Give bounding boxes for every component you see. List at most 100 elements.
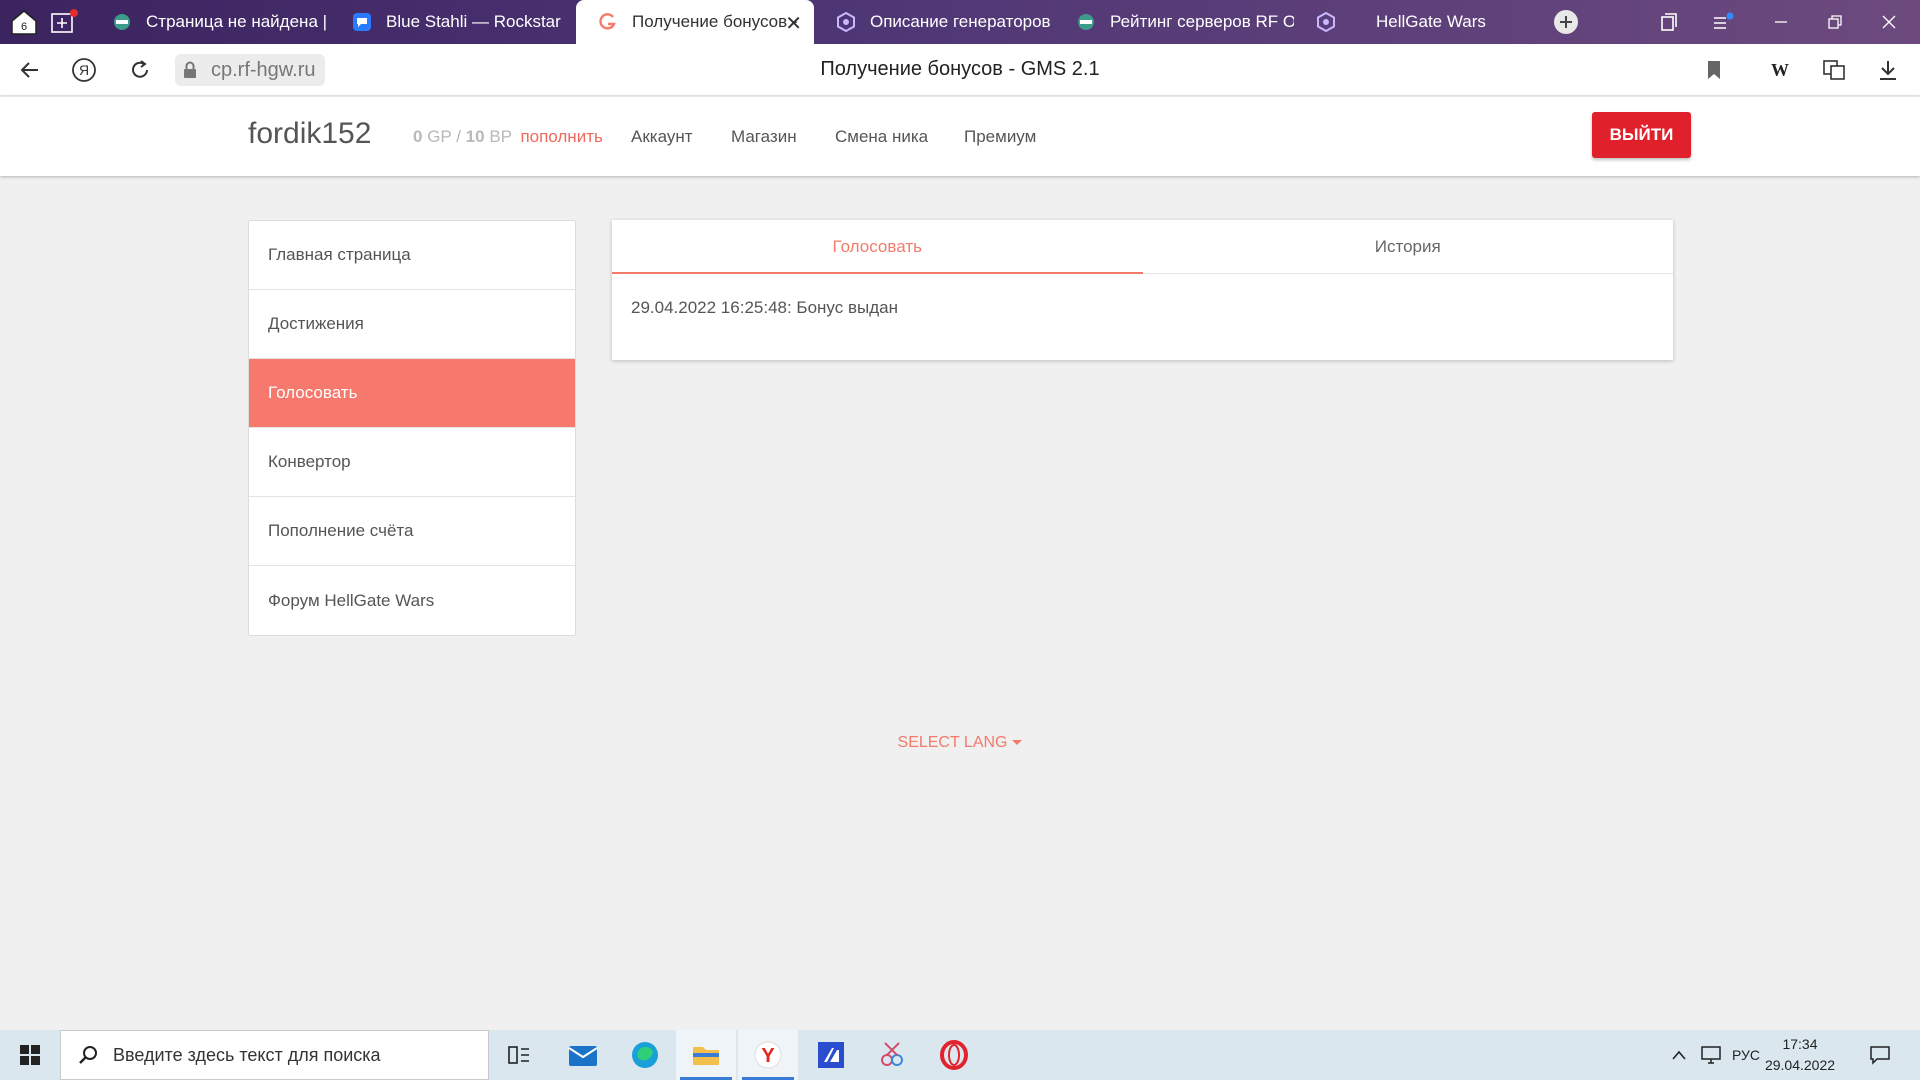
start-button[interactable] xyxy=(0,1030,60,1080)
windows-logo-icon xyxy=(20,1045,40,1065)
clock-date: 29.04.2022 xyxy=(1764,1057,1836,1073)
tab-generators[interactable]: Описание генераторов | xyxy=(814,0,1054,44)
chevron-up-icon xyxy=(1672,1050,1686,1060)
music-app-icon xyxy=(352,12,372,32)
svg-text:6: 6 xyxy=(21,21,27,33)
taskbar-app-1[interactable] xyxy=(801,1030,861,1080)
sidebar-item-converter[interactable]: Конвертор xyxy=(249,428,575,497)
sidebar-item-achievements[interactable]: Достижения xyxy=(249,290,575,359)
logout-button[interactable]: ВЫЙТИ xyxy=(1592,112,1691,158)
taskbar-app-2[interactable] xyxy=(862,1030,922,1080)
balance: 0 GP / 10 BP пополнить xyxy=(413,127,603,147)
windows-taskbar: Введите здесь текст для поиска Y РУС 17:… xyxy=(0,1030,1920,1080)
nav-account[interactable]: Аккаунт xyxy=(631,127,693,147)
taskbar-explorer[interactable] xyxy=(676,1030,736,1080)
bp-value: 10 xyxy=(465,127,485,146)
nav-change-nick[interactable]: Смена ника xyxy=(835,127,928,147)
tab-title: Рейтинг серверов RF On xyxy=(1110,12,1294,31)
taskbar-search-field[interactable]: Введите здесь текст для поиска xyxy=(60,1030,489,1080)
close-tab-icon[interactable]: ✕ xyxy=(785,11,802,36)
new-tab-button[interactable] xyxy=(1550,6,1582,38)
plus-icon xyxy=(1554,10,1578,34)
tab-collections-button[interactable] xyxy=(1642,0,1696,44)
clock-time: 17:34 xyxy=(1782,1036,1818,1052)
bonus-message: 29.04.2022 16:25:48: Бонус выдан xyxy=(631,298,898,317)
vote-card: Голосовать История 29.04.2022 16:25:48: … xyxy=(612,220,1673,360)
clock[interactable]: 17:34 29.04.2022 xyxy=(1760,1034,1840,1076)
network-icon xyxy=(1701,1046,1721,1064)
select-lang-label: SELECT LANG xyxy=(897,734,1008,751)
translate-button[interactable] xyxy=(1818,54,1850,86)
hgw-favicon-icon xyxy=(112,12,132,32)
nav-shop[interactable]: Магазин xyxy=(731,127,797,147)
svg-text:Y: Y xyxy=(761,1045,775,1067)
tray-overflow-button[interactable] xyxy=(1664,1030,1694,1080)
network-button[interactable] xyxy=(1696,1030,1726,1080)
hamburger-icon xyxy=(1714,12,1734,29)
snip-tool-icon xyxy=(881,1042,903,1066)
task-view-button[interactable] xyxy=(489,1030,549,1080)
home-tabs-icon: 6 xyxy=(11,10,37,35)
wikipedia-extension-button[interactable]: W xyxy=(1764,54,1796,86)
browser-tab-bar: 6 Страница не найдена | Р Blue Stahli — … xyxy=(0,0,1920,44)
download-icon xyxy=(1880,61,1896,80)
tab-title: Получение бонусов - xyxy=(632,12,798,31)
gms-favicon-icon xyxy=(598,12,618,32)
gp-value: 0 xyxy=(413,127,423,146)
sidebar-item-forum[interactable]: Форум HellGate Wars xyxy=(249,566,575,635)
taskbar-edge[interactable] xyxy=(615,1030,675,1080)
taskbar-mail[interactable] xyxy=(553,1030,613,1080)
bookmark-icon xyxy=(1708,61,1720,79)
address-bar: Я cp.rf-hgw.ru Получение бонусов - GMS 2… xyxy=(0,44,1920,96)
sidebar-menu: Главная страница Достижения Голосовать К… xyxy=(248,220,576,636)
caret-down-icon xyxy=(1012,740,1023,746)
nav-premium[interactable]: Премиум xyxy=(964,127,1036,147)
bookmark-button[interactable] xyxy=(1698,54,1730,86)
tab-hellgate-wars[interactable]: HellGate Wars xyxy=(1294,0,1534,44)
minimize-button[interactable] xyxy=(1754,0,1808,44)
tab-bonus[interactable]: Получение бонусов - ✕ xyxy=(576,0,814,44)
yandex-browser-icon: Y xyxy=(754,1041,782,1069)
notifications-button[interactable] xyxy=(1860,1030,1900,1080)
wikipedia-icon: W xyxy=(1771,60,1789,80)
tab-vote[interactable]: Голосовать xyxy=(612,220,1143,274)
restore-icon xyxy=(1828,15,1842,29)
tab-title: HellGate Wars xyxy=(1376,12,1486,31)
search-icon xyxy=(77,1044,99,1066)
sidebar-item-vote[interactable]: Голосовать xyxy=(249,359,575,428)
gp-unit: GP xyxy=(427,127,452,146)
task-view-icon xyxy=(508,1046,529,1064)
minimize-icon xyxy=(1775,21,1787,23)
tab-page-not-found[interactable]: Страница не найдена | Р xyxy=(90,0,330,44)
tab-server-rating[interactable]: Рейтинг серверов RF On xyxy=(1054,0,1294,44)
sidebar-item-topup[interactable]: Пополнение счёта xyxy=(249,497,575,566)
topup-link[interactable]: пополнить xyxy=(520,127,602,146)
taskbar-opera[interactable] xyxy=(924,1030,984,1080)
folder-icon xyxy=(693,1047,719,1065)
page-title: Получение бонусов - GMS 2.1 xyxy=(820,58,1100,80)
card-tabs: Голосовать История xyxy=(612,220,1673,274)
app-tile-icon xyxy=(818,1042,844,1068)
downloads-button[interactable] xyxy=(1872,54,1904,86)
cube-favicon-icon xyxy=(1316,12,1336,32)
new-tab-icon xyxy=(51,9,78,33)
taskbar-yandex-browser[interactable]: Y xyxy=(738,1030,798,1080)
bp-unit: BP xyxy=(489,127,512,146)
balance-separator: / xyxy=(456,127,461,146)
restore-button[interactable] xyxy=(1808,0,1862,44)
sidebar-item-home[interactable]: Главная страница xyxy=(249,221,575,290)
mail-icon xyxy=(568,1046,598,1066)
tab-blue-stahli[interactable]: Blue Stahli — Rockstar xyxy=(330,0,570,44)
hgw-favicon-icon xyxy=(1076,12,1096,32)
tab-history[interactable]: История xyxy=(1143,220,1674,273)
new-tab-group-button[interactable] xyxy=(48,6,80,38)
menu-button[interactable] xyxy=(1696,0,1750,44)
cube-favicon-icon xyxy=(836,12,856,32)
tab-title: Blue Stahli — Rockstar xyxy=(386,12,561,31)
input-language[interactable]: РУС xyxy=(1728,1030,1764,1080)
close-window-button[interactable] xyxy=(1862,0,1916,44)
tabs-overview-button[interactable]: 6 xyxy=(8,6,40,38)
select-lang-dropdown[interactable]: SELECT LANG xyxy=(0,734,1920,752)
collections-icon xyxy=(1661,13,1677,31)
svg-text:W: W xyxy=(1771,60,1789,80)
